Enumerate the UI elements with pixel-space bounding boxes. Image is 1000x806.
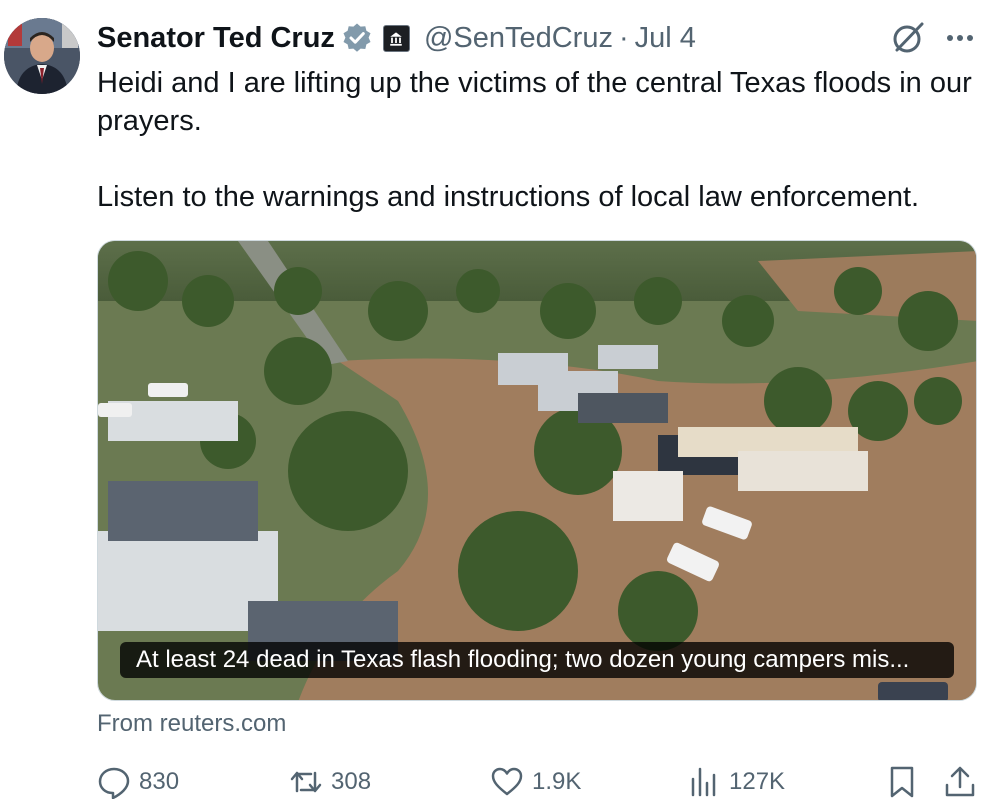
post-date[interactable]: Jul 4	[635, 22, 696, 55]
avatar-image	[4, 18, 80, 94]
share-button[interactable]	[943, 760, 977, 804]
bookmark-button[interactable]	[885, 760, 919, 804]
tweet-text: Heidi and I are lifting up the victims o…	[97, 64, 987, 216]
repost-count: 308	[331, 768, 372, 795]
reply-button[interactable]: 830	[97, 760, 179, 804]
avatar[interactable]	[4, 18, 80, 94]
government-badge-icon[interactable]	[382, 24, 410, 52]
media-card[interactable]: At least 24 dead in Texas flash flooding…	[97, 240, 977, 701]
action-bar: 830 308 1.9K 127K	[97, 760, 977, 804]
link-source[interactable]: From reuters.com	[97, 710, 286, 738]
tweet-paragraph-2: Listen to the warnings and instructions …	[97, 181, 920, 213]
views-icon	[691, 767, 716, 797]
reply-icon	[98, 767, 130, 799]
reply-count: 830	[139, 768, 180, 795]
repost-button[interactable]: 308	[289, 760, 371, 804]
bookmark-icon	[890, 766, 914, 798]
tweet-header: Senator Ted Cruz @SenTedCruz · Jul 4	[97, 18, 696, 58]
repost-icon	[290, 771, 322, 793]
verified-badge-icon[interactable]	[341, 22, 373, 54]
separator: ·	[618, 21, 629, 54]
like-button[interactable]: 1.9K	[490, 760, 581, 804]
more-options-icon[interactable]	[940, 22, 980, 54]
heart-icon	[491, 767, 523, 796]
handle[interactable]: @SenTedCruz	[424, 22, 613, 55]
flood-aerial-image	[98, 241, 976, 700]
display-name[interactable]: Senator Ted Cruz	[97, 22, 335, 55]
like-count: 1.9K	[532, 768, 582, 795]
tweet: Senator Ted Cruz @SenTedCruz · Jul 4 Hei…	[0, 0, 1000, 806]
share-icon	[945, 766, 975, 797]
tweet-paragraph-1: Heidi and I are lifting up the victims o…	[97, 67, 972, 137]
views-button[interactable]: 127K	[687, 760, 785, 804]
grok-icon[interactable]	[890, 20, 926, 56]
media-caption: At least 24 dead in Texas flash flooding…	[120, 642, 954, 678]
views-count: 127K	[729, 768, 786, 795]
